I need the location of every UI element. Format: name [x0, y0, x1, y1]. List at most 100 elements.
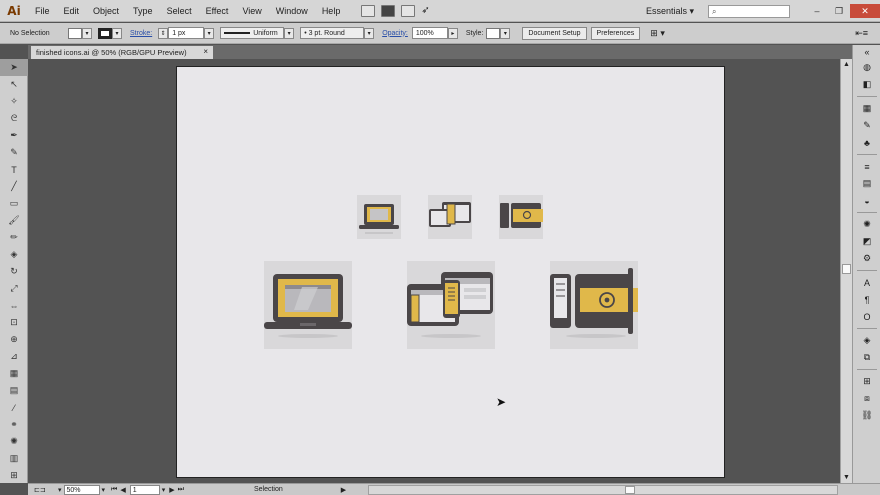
status-menu-icon[interactable]: ⊏⊐: [34, 486, 50, 494]
menu-help[interactable]: Help: [315, 0, 348, 22]
color-guide-icon[interactable]: ◧: [853, 76, 880, 93]
eraser-tool-icon[interactable]: ◈: [0, 246, 28, 263]
menu-object[interactable]: Object: [86, 0, 126, 22]
first-artboard-icon[interactable]: ⏮: [111, 486, 117, 494]
pen-tool-icon[interactable]: ✒: [0, 127, 28, 144]
stroke-weight-field[interactable]: 1 px: [168, 27, 205, 39]
magic-wand-tool-icon[interactable]: ✧: [0, 93, 28, 110]
paragraph-panel-icon[interactable]: ¶: [853, 291, 880, 308]
layers-panel-icon[interactable]: ◈: [853, 332, 880, 349]
arrange-documents-icon[interactable]: [401, 4, 416, 17]
character-panel-icon[interactable]: A: [853, 274, 880, 291]
previous-artboard-icon[interactable]: ◀: [120, 486, 125, 494]
stroke-weight-stepper[interactable]: ⇕: [158, 27, 169, 39]
menu-window[interactable]: Window: [269, 0, 315, 22]
variable-width-profile[interactable]: Uniform: [220, 27, 285, 39]
selection-tool-icon[interactable]: ➤: [0, 59, 28, 76]
vertical-scrollbar[interactable]: ▲ ▼: [840, 59, 852, 483]
opacity-dropdown[interactable]: ▸: [447, 27, 458, 39]
vertical-scroll-thumb[interactable]: [842, 264, 851, 274]
mesh-tool-icon[interactable]: ▦: [0, 365, 28, 382]
menu-type[interactable]: Type: [126, 0, 160, 22]
links-panel-icon[interactable]: ⛓: [853, 407, 880, 424]
brush-dropdown[interactable]: ▾: [364, 27, 375, 39]
graphic-styles-panel-icon[interactable]: ◩: [853, 233, 880, 250]
artboard-tool-icon[interactable]: ⊞: [0, 467, 28, 484]
opacity-field[interactable]: 100%: [411, 27, 448, 39]
artboards-panel-icon[interactable]: ⧉: [853, 349, 880, 366]
last-artboard-icon[interactable]: ⏭: [178, 486, 184, 494]
menu-effect[interactable]: Effect: [199, 0, 236, 22]
curvature-tool-icon[interactable]: ✎: [0, 144, 28, 161]
menu-file[interactable]: File: [28, 0, 57, 22]
type-tool-icon[interactable]: T: [0, 161, 28, 178]
canvas-area[interactable]: ➤: [28, 59, 840, 483]
bridge-icon[interactable]: [361, 4, 376, 17]
close-window-button[interactable]: ✕: [850, 4, 880, 18]
stroke-dropdown[interactable]: ▾: [112, 27, 122, 39]
width-tool-icon[interactable]: ⇔: [0, 297, 28, 314]
pencil-tool-icon[interactable]: ✏: [0, 229, 28, 246]
rectangle-tool-icon[interactable]: ▭: [0, 195, 28, 212]
paintbrush-tool-icon[interactable]: 🖌: [0, 212, 28, 229]
graphic-style-swatch[interactable]: [486, 27, 501, 39]
zoom-dropdown-icon[interactable]: ▾: [58, 486, 62, 494]
minimize-button[interactable]: –: [806, 4, 828, 18]
stroke-weight-dropdown[interactable]: ▾: [204, 27, 215, 39]
artboard[interactable]: [176, 66, 725, 478]
shape-builder-tool-icon[interactable]: ⊕: [0, 331, 28, 348]
next-artboard-icon[interactable]: ▶: [169, 486, 174, 494]
line-tool-icon[interactable]: ╱: [0, 178, 28, 195]
horizontal-scroll-thumb[interactable]: [625, 486, 635, 494]
zoom-menu-icon[interactable]: ▾: [102, 486, 106, 494]
brushes-panel-icon[interactable]: ✎: [853, 117, 880, 134]
swatches-panel-icon[interactable]: ▦: [853, 100, 880, 117]
gradient-tool-icon[interactable]: ▤: [0, 382, 28, 399]
artboard-number-field[interactable]: 1: [129, 484, 160, 495]
menu-edit[interactable]: Edit: [57, 0, 87, 22]
fill-swatch[interactable]: [68, 27, 82, 39]
gpu-performance-icon[interactable]: ➶: [421, 5, 429, 16]
document-tab[interactable]: finished icons.ai @ 50% (RGB/GPU Preview…: [31, 46, 213, 59]
color-panel-icon[interactable]: ◍: [853, 59, 880, 76]
fill-dropdown[interactable]: ▾: [82, 27, 92, 39]
status-mode-menu-icon[interactable]: ▶: [341, 486, 346, 494]
direct-selection-tool-icon[interactable]: ↖: [0, 76, 28, 93]
workspace-switcher[interactable]: Essentials ▾: [646, 6, 694, 17]
stroke-link[interactable]: Stroke:: [130, 30, 152, 37]
document-setup-button[interactable]: Document Setup: [522, 26, 587, 40]
symbols-panel-icon[interactable]: ♣: [853, 134, 880, 151]
artboard-menu-icon[interactable]: ▾: [162, 486, 166, 494]
restore-button[interactable]: ❐: [828, 4, 850, 18]
search-input[interactable]: ⌕: [708, 4, 790, 18]
profile-dropdown[interactable]: ▾: [284, 27, 295, 39]
menu-select[interactable]: Select: [160, 0, 199, 22]
align-panel-icon[interactable]: ⚙: [853, 250, 880, 267]
free-transform-tool-icon[interactable]: ⊡: [0, 314, 28, 331]
opacity-link[interactable]: Opacity:: [382, 30, 408, 37]
appearance-panel-icon[interactable]: ✺: [853, 216, 880, 233]
collapse-panels-icon[interactable]: «: [853, 45, 880, 59]
stock-icon[interactable]: [381, 4, 396, 17]
panel-menu-icon[interactable]: ⇤≡: [855, 28, 868, 39]
horizontal-scrollbar[interactable]: [368, 485, 838, 495]
scale-tool-icon[interactable]: ⤢: [0, 280, 28, 297]
column-graph-tool-icon[interactable]: ▥: [0, 450, 28, 467]
preferences-button[interactable]: Preferences: [590, 26, 641, 40]
rotate-tool-icon[interactable]: ↻: [0, 263, 28, 280]
opentype-panel-icon[interactable]: O: [853, 308, 880, 325]
stroke-swatch[interactable]: [98, 27, 112, 39]
graphic-style-dropdown[interactable]: ▾: [500, 27, 511, 39]
arrange-icon[interactable]: ⊞ ▾: [650, 28, 665, 39]
symbol-sprayer-tool-icon[interactable]: ✺: [0, 433, 28, 450]
gradient-panel-icon[interactable]: ▤: [853, 175, 880, 192]
lasso-tool-icon[interactable]: ᘓ: [0, 110, 28, 127]
menu-view[interactable]: View: [235, 0, 268, 22]
blend-tool-icon[interactable]: ⚭: [0, 416, 28, 433]
scroll-up-icon[interactable]: ▲: [843, 61, 850, 68]
eyedropper-tool-icon[interactable]: ⁄: [0, 399, 28, 416]
transparency-panel-icon[interactable]: ◒: [853, 192, 880, 209]
zoom-field[interactable]: 50%: [63, 484, 100, 495]
close-tab-icon[interactable]: ×: [203, 47, 208, 56]
stroke-panel-icon[interactable]: ≡: [853, 158, 880, 175]
